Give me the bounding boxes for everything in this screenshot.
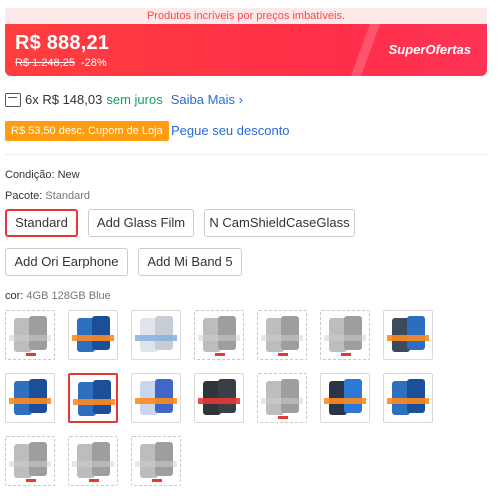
- swatch-label-band: [198, 335, 240, 341]
- phone-front-icon: [407, 379, 425, 413]
- swatch-label-band: [9, 398, 51, 404]
- color-value: 4GB 128GB Blue: [26, 290, 111, 302]
- phone-front-icon: [281, 316, 299, 350]
- installment-interest: sem juros: [106, 92, 163, 107]
- color-row: cor: 4GB 128GB Blue: [5, 290, 111, 302]
- phone-front-icon: [218, 316, 236, 350]
- calendar-icon: [5, 92, 21, 107]
- unavailable-tag: [341, 353, 351, 356]
- color-swatch[interactable]: [320, 310, 370, 360]
- swatch-label-band: [135, 461, 177, 467]
- phone-front-icon: [92, 316, 110, 350]
- color-swatch[interactable]: [194, 373, 244, 423]
- swatch-label-band: [261, 398, 303, 404]
- swatch-label-band: [387, 398, 429, 404]
- promo-strip: Produtos incríveis por preços imbatíveis…: [5, 8, 487, 24]
- divider: [5, 154, 487, 155]
- unavailable-tag: [215, 353, 225, 356]
- swatch-label-band: [261, 335, 303, 341]
- color-swatch[interactable]: [131, 310, 181, 360]
- phone-front-icon: [29, 442, 47, 476]
- unavailable-tag: [278, 353, 288, 356]
- phone-front-icon: [93, 380, 111, 414]
- swatch-label-band: [387, 335, 429, 341]
- swatch-label-band: [135, 398, 177, 404]
- swatch-label-band: [9, 335, 51, 341]
- package-option-camshield[interactable]: N CamShieldCaseGlass: [204, 209, 355, 237]
- color-swatch[interactable]: [131, 373, 181, 423]
- discount-percent: -28%: [81, 57, 107, 69]
- phone-front-icon: [92, 442, 110, 476]
- color-swatch[interactable]: [257, 310, 307, 360]
- color-swatch[interactable]: [383, 310, 433, 360]
- superofertas-logo: SuperOfertas: [388, 42, 471, 57]
- phone-front-icon: [218, 379, 236, 413]
- package-option-glass-film[interactable]: Add Glass Film: [88, 209, 194, 237]
- condition-value: New: [57, 169, 80, 181]
- color-swatch[interactable]: [68, 373, 118, 423]
- saiba-mais-link[interactable]: Saiba Mais ›: [171, 92, 243, 107]
- swatch-label-band: [73, 399, 115, 405]
- package-value: Standard: [45, 190, 91, 202]
- chevron-right-icon: ›: [238, 92, 243, 107]
- package-option-mi-band[interactable]: Add Mi Band 5: [138, 248, 242, 276]
- phone-front-icon: [29, 379, 47, 413]
- original-price: R$ 1.248,25: [15, 57, 75, 69]
- phone-front-icon: [155, 316, 173, 350]
- unavailable-tag: [278, 416, 288, 419]
- package-option-standard[interactable]: Standard: [5, 209, 78, 237]
- installment-info: 6x R$ 148,03 sem juros Saiba Mais ›: [5, 92, 243, 107]
- installment-count: 6x R$ 148,03: [25, 92, 103, 107]
- unavailable-tag: [26, 353, 36, 356]
- phone-front-icon: [29, 316, 47, 350]
- phone-front-icon: [344, 379, 362, 413]
- phone-front-icon: [155, 379, 173, 413]
- color-swatch[interactable]: [5, 436, 55, 486]
- store-coupon-badge: R$ 53,50 desc. Cupom de Loja: [5, 121, 169, 141]
- unavailable-tag: [152, 479, 162, 482]
- color-swatch[interactable]: [68, 310, 118, 360]
- condition-row: Condição: New: [5, 169, 80, 181]
- swatch-label-band: [324, 335, 366, 341]
- phone-front-icon: [155, 442, 173, 476]
- swatch-label-band: [72, 335, 114, 341]
- color-swatch[interactable]: [5, 310, 55, 360]
- unavailable-tag: [89, 479, 99, 482]
- color-swatch[interactable]: [383, 373, 433, 423]
- swatch-label-band: [324, 398, 366, 404]
- get-coupon-link[interactable]: Pegue seu desconto: [171, 123, 290, 138]
- package-row: Pacote: Standard: [5, 190, 91, 202]
- swatch-label-band: [9, 461, 51, 467]
- color-swatch[interactable]: [194, 310, 244, 360]
- color-swatch[interactable]: [320, 373, 370, 423]
- swatch-label-band: [135, 335, 177, 341]
- phone-front-icon: [344, 316, 362, 350]
- swatch-label-band: [72, 461, 114, 467]
- current-price: R$ 888,21: [15, 32, 110, 54]
- color-swatch[interactable]: [68, 436, 118, 486]
- package-option-earphone[interactable]: Add Ori Earphone: [5, 248, 128, 276]
- color-swatch[interactable]: [257, 373, 307, 423]
- color-swatch[interactable]: [5, 373, 55, 423]
- banner-stripe: [344, 24, 384, 76]
- swatch-label-band: [198, 398, 240, 404]
- color-swatch[interactable]: [131, 436, 181, 486]
- phone-front-icon: [281, 379, 299, 413]
- price-banner: R$ 888,21 R$ 1.248,25 -28% SuperOfertas: [5, 24, 487, 76]
- unavailable-tag: [26, 479, 36, 482]
- phone-front-icon: [407, 316, 425, 350]
